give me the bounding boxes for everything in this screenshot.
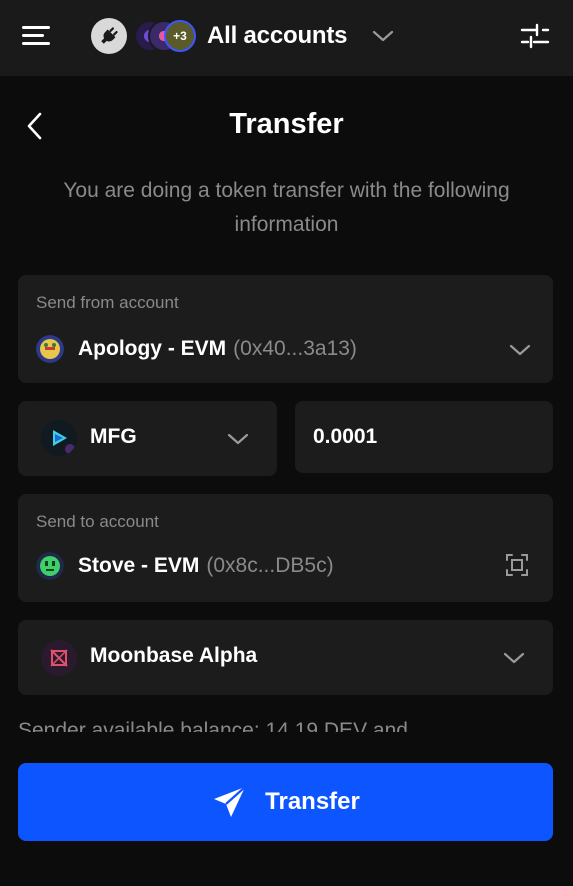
- send-to-account-address: (0x8c...DB5c): [206, 554, 334, 577]
- network-name: Moonbase Alpha: [90, 644, 258, 667]
- menu-icon[interactable]: [22, 24, 50, 48]
- send-from-account-name: Apology - EVM: [78, 337, 227, 360]
- chevron-down-icon: [503, 652, 525, 664]
- plug-icon[interactable]: [91, 18, 127, 54]
- chevron-down-icon[interactable]: [371, 28, 395, 44]
- more-accounts-badge: +3: [164, 20, 196, 52]
- transfer-button[interactable]: Transfer: [18, 763, 553, 841]
- amount-value[interactable]: 0.0001: [313, 425, 377, 449]
- chevron-down-icon: [509, 344, 531, 356]
- account-avatar: [36, 335, 64, 363]
- transfer-button-label: Transfer: [265, 788, 360, 815]
- token-select[interactable]: MFG: [18, 401, 277, 476]
- send-from-label: Send from account: [36, 293, 179, 312]
- app-header: +3 All accounts: [0, 0, 573, 76]
- send-to-label: Send to account: [36, 512, 159, 531]
- page-subtitle: You are doing a token transfer with the …: [63, 179, 510, 236]
- sender-balance-text: Sender available balance: 14.19 DEV and: [18, 719, 408, 732]
- network-logo-icon: [41, 640, 77, 676]
- token-name: MFG: [90, 425, 137, 448]
- paper-plane-icon: [214, 786, 246, 817]
- token-logo-icon: [41, 420, 77, 456]
- send-to-account-name: Stove - EVM: [78, 554, 200, 577]
- scan-icon[interactable]: [505, 553, 529, 577]
- send-to-account-field[interactable]: Send to account Stove - EVM (0x8c...DB5c…: [18, 494, 553, 602]
- chevron-down-icon: [227, 433, 249, 445]
- account-avatar: [36, 552, 64, 580]
- page-title: Transfer: [229, 108, 344, 140]
- account-avatars[interactable]: +3: [134, 20, 196, 52]
- account-selector-label[interactable]: All accounts: [207, 22, 348, 50]
- network-select[interactable]: Moonbase Alpha: [18, 620, 553, 695]
- amount-input[interactable]: 0.0001: [295, 401, 553, 473]
- sliders-icon[interactable]: [520, 22, 550, 50]
- send-from-account-select[interactable]: Send from account Apology - EVM (0x40...…: [18, 275, 553, 383]
- send-from-account-address: (0x40...3a13): [233, 337, 357, 360]
